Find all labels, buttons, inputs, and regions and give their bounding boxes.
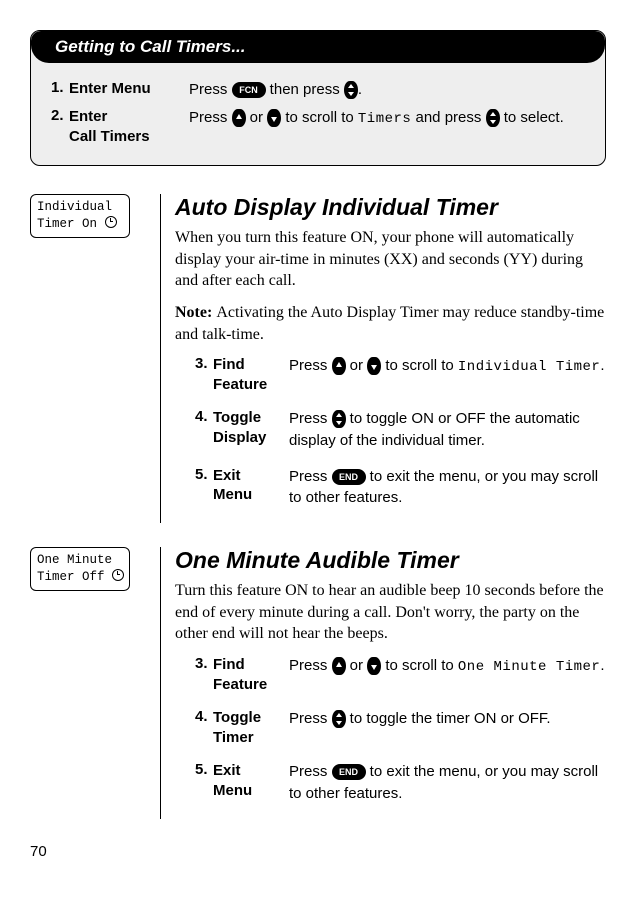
step-description: Press FCN then press . xyxy=(189,79,585,101)
header-box: Getting to Call Timers... 1.Enter MenuPr… xyxy=(30,30,606,166)
step-label: Enter Menu xyxy=(69,79,189,99)
substep: 5.ExitMenuPress END to exit the menu, or… xyxy=(195,466,606,510)
step-number: 2. xyxy=(51,107,69,124)
down-arrow-button-icon xyxy=(267,109,281,127)
screen-line: One Minute xyxy=(37,552,123,569)
header-title: Getting to Call Timers... xyxy=(31,31,605,63)
substep: 4.ToggleTimerPress to toggle the timer O… xyxy=(195,708,606,747)
main-column: Auto Display Individual Timer When you tu… xyxy=(160,194,606,523)
substep-description: Press to toggle ON or OFF the automatic … xyxy=(289,408,606,452)
substep: 4.ToggleDisplayPress to toggle ON or OFF… xyxy=(195,408,606,452)
section: IndividualTimer On Shortcut:Press FCN, t… xyxy=(30,194,606,523)
substeps: 3.FindFeaturePress or to scroll to Indiv… xyxy=(175,355,606,509)
shortcut-line: and continue xyxy=(0,670,16,691)
screen-line: Timer Off xyxy=(37,569,123,586)
substep-label: FindFeature xyxy=(213,655,289,694)
phone-screen-icon: IndividualTimer On xyxy=(30,194,130,238)
end-button-icon: END xyxy=(332,469,366,485)
lcd-text: Individual Timer xyxy=(458,359,600,375)
shortcut-line: then 4,8 xyxy=(0,296,16,317)
substep-number: 4. xyxy=(195,408,213,425)
substep-number: 5. xyxy=(195,761,213,778)
shortcut-line: Press FCN, xyxy=(0,628,16,649)
section: One MinuteTimer Off Shortcut:Press FCN, … xyxy=(30,547,606,818)
shortcut-label: Shortcut: xyxy=(0,254,16,275)
screen-line: Individual xyxy=(37,199,123,216)
up-arrow-button-icon xyxy=(332,357,346,375)
down-arrow-button-icon xyxy=(367,657,381,675)
substep-description: Press END to exit the menu, or you may s… xyxy=(289,466,606,510)
section-title: One Minute Audible Timer xyxy=(175,547,606,574)
lcd-text: Timers xyxy=(358,111,411,127)
substep-description: Press END to exit the menu, or you may s… xyxy=(289,761,606,805)
header-step: 1.Enter MenuPress FCN then press . xyxy=(51,79,585,101)
step-label: EnterCall Timers xyxy=(69,107,189,148)
lcd-text: One Minute Timer xyxy=(458,659,600,675)
substep-description: Press to toggle the timer ON or OFF. xyxy=(289,708,606,730)
substep-number: 3. xyxy=(195,655,213,672)
shortcut-box: Shortcut:Press FCN, then 4,4and continue… xyxy=(0,607,16,712)
phone-screen-icon: One MinuteTimer Off xyxy=(30,547,130,591)
page-number: 70 xyxy=(30,843,606,860)
substep-number: 4. xyxy=(195,708,213,725)
up-arrow-button-icon xyxy=(232,109,246,127)
body-text: When you turn this feature ON, your phon… xyxy=(175,227,606,292)
substeps: 3.FindFeaturePress or to scroll to One M… xyxy=(175,655,606,805)
main-column: One Minute Audible Timer Turn this featur… xyxy=(160,547,606,818)
shortcut-box: Shortcut:Press FCN, then 4,8and continue… xyxy=(0,254,16,359)
substep-description: Press or to scroll to One Minute Timer. xyxy=(289,655,606,677)
body-text: Turn this feature ON to hear an audible … xyxy=(175,580,606,645)
shortcut-line: and continue xyxy=(0,317,16,338)
fcn-button-icon: FCN xyxy=(232,82,266,98)
substep-label: FindFeature xyxy=(213,355,289,394)
step-number: 1. xyxy=(51,79,69,96)
substep: 5.ExitMenuPress END to exit the menu, or… xyxy=(195,761,606,805)
note-text: Note: Activating the Auto Display Timer … xyxy=(175,302,606,345)
substep-label: ExitMenu xyxy=(213,761,289,800)
clock-icon xyxy=(105,216,117,228)
substep-number: 5. xyxy=(195,466,213,483)
shortcut-line: with step 4. xyxy=(0,691,16,712)
side-column: One MinuteTimer Off Shortcut:Press FCN, … xyxy=(30,547,160,818)
substep-label: ExitMenu xyxy=(213,466,289,505)
updown-arrow-button-icon xyxy=(344,81,358,99)
step-description: Press or to scroll to Timers and press t… xyxy=(189,107,585,129)
substep-number: 3. xyxy=(195,355,213,372)
substep-label: ToggleTimer xyxy=(213,708,289,747)
shortcut-line: then 4,4 xyxy=(0,649,16,670)
up-arrow-button-icon xyxy=(332,657,346,675)
shortcut-line: with step 4. xyxy=(0,338,16,359)
side-column: IndividualTimer On Shortcut:Press FCN, t… xyxy=(30,194,160,523)
clock-icon xyxy=(112,569,124,581)
updown-arrow-button-icon xyxy=(486,109,500,127)
down-arrow-button-icon xyxy=(367,357,381,375)
substep: 3.FindFeaturePress or to scroll to Indiv… xyxy=(195,355,606,394)
end-button-icon: END xyxy=(332,764,366,780)
shortcut-line: Press FCN, xyxy=(0,275,16,296)
substep: 3.FindFeaturePress or to scroll to One M… xyxy=(195,655,606,694)
updown-arrow-button-icon xyxy=(332,410,346,428)
updown-arrow-button-icon xyxy=(332,710,346,728)
substep-description: Press or to scroll to Individual Timer. xyxy=(289,355,606,377)
section-title: Auto Display Individual Timer xyxy=(175,194,606,221)
screen-line: Timer On xyxy=(37,216,123,233)
header-step: 2.EnterCall TimersPress or to scroll to … xyxy=(51,107,585,148)
header-steps: 1.Enter MenuPress FCN then press . 2.Ente… xyxy=(31,63,605,165)
shortcut-label: Shortcut: xyxy=(0,607,16,628)
substep-label: ToggleDisplay xyxy=(213,408,289,447)
